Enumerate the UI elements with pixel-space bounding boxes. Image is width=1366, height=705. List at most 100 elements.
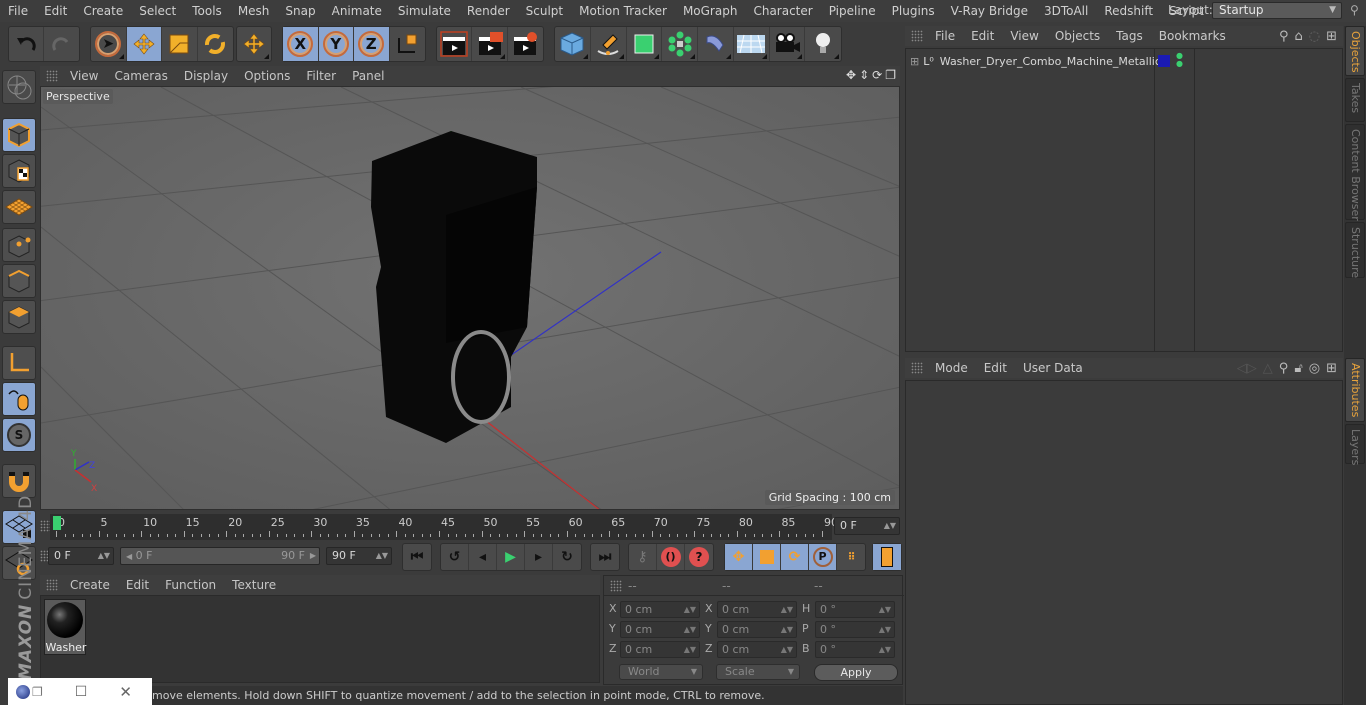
autokeying-button[interactable]: () bbox=[657, 544, 685, 570]
3d-viewport[interactable]: Y Z X Perspective Grid Spacing : 100 cm bbox=[40, 86, 900, 510]
add-generator-button[interactable] bbox=[627, 27, 663, 61]
render-to-picture-viewer-button[interactable] bbox=[472, 27, 508, 61]
apply-button[interactable]: Apply bbox=[814, 664, 898, 681]
current-frame-field[interactable]: 0 F ▲▼ bbox=[834, 517, 900, 535]
tweak-mode-button[interactable] bbox=[2, 382, 36, 416]
add-camera-button[interactable] bbox=[770, 27, 806, 61]
panel-grip-icon[interactable] bbox=[46, 579, 58, 591]
material-menu-edit[interactable]: Edit bbox=[118, 578, 157, 592]
new-panel-icon[interactable]: ⊞ bbox=[1326, 29, 1337, 44]
size-y-field[interactable]: 0 cm ▲▼ bbox=[717, 621, 797, 638]
menu-mograph[interactable]: MoGraph bbox=[675, 4, 746, 18]
frame-range-slider[interactable]: ◀ 0 F 90 F ▶ bbox=[120, 547, 320, 565]
workplane-mode-button[interactable] bbox=[2, 190, 36, 224]
viewport-menu-cameras[interactable]: Cameras bbox=[106, 69, 175, 83]
lock-icon[interactable]: 🔓︎ bbox=[1294, 361, 1302, 376]
redo-button[interactable] bbox=[44, 27, 79, 61]
menu-sculpt[interactable]: Sculpt bbox=[518, 4, 571, 18]
tab-attributes[interactable]: Attributes bbox=[1345, 358, 1365, 422]
render-view-button[interactable] bbox=[437, 27, 473, 61]
texture-mode-button[interactable] bbox=[2, 154, 36, 188]
render-settings-button[interactable] bbox=[508, 27, 543, 61]
key-rotation-button[interactable]: ⟳ bbox=[781, 544, 809, 570]
panel-grip-icon[interactable] bbox=[911, 362, 923, 374]
add-spline-button[interactable] bbox=[591, 27, 627, 61]
object-name[interactable]: Washer_Dryer_Combo_Machine_Metallic bbox=[940, 55, 1161, 68]
material-item[interactable]: Washer bbox=[44, 599, 86, 655]
lock-z-axis-button[interactable]: Z bbox=[354, 27, 390, 61]
end-frame-field[interactable]: 90 F ▲▼ bbox=[326, 547, 392, 565]
objects-menu-edit[interactable]: Edit bbox=[963, 29, 1002, 43]
spinner-icon[interactable]: ▲▼ bbox=[98, 548, 110, 564]
material-menu-create[interactable]: Create bbox=[62, 578, 118, 592]
move-tool-button[interactable] bbox=[126, 27, 162, 61]
next-frame-button[interactable]: ▸ bbox=[525, 544, 553, 570]
menu-3dtoall[interactable]: 3DToAll bbox=[1036, 4, 1096, 18]
objects-menu-view[interactable]: View bbox=[1002, 29, 1046, 43]
lock-y-axis-button[interactable]: Y bbox=[318, 27, 354, 61]
menu-vray-bridge[interactable]: V-Ray Bridge bbox=[943, 4, 1036, 18]
menu-file[interactable]: File bbox=[0, 4, 36, 18]
back-arrow-icon[interactable]: ◁▷ bbox=[1237, 361, 1257, 376]
size-z-field[interactable]: 0 cm ▲▼ bbox=[717, 641, 797, 658]
start-frame-field[interactable]: 0 F ▲▼ bbox=[48, 547, 114, 565]
menu-character[interactable]: Character bbox=[745, 4, 820, 18]
eye-icon[interactable]: ◌ bbox=[1309, 29, 1320, 44]
objects-menu-file[interactable]: File bbox=[927, 29, 963, 43]
viewport-menu-filter[interactable]: Filter bbox=[298, 69, 344, 83]
menu-plugins[interactable]: Plugins bbox=[884, 4, 943, 18]
visibility-dots-icon[interactable]: ● ● bbox=[1176, 52, 1183, 68]
key-pla-button[interactable]: ⠿ bbox=[837, 544, 865, 570]
rot-b-field[interactable]: 0 ° ▲▼ bbox=[815, 641, 895, 658]
menu-select[interactable]: Select bbox=[131, 4, 184, 18]
add-scene-button[interactable] bbox=[734, 27, 770, 61]
go-to-end-button[interactable]: ⏭ bbox=[591, 544, 619, 570]
coordinate-system-button[interactable] bbox=[390, 27, 425, 61]
new-panel-icon[interactable]: ⊞ bbox=[1326, 361, 1337, 376]
viewport-menu-options[interactable]: Options bbox=[236, 69, 298, 83]
timeline-window-button[interactable] bbox=[873, 544, 901, 570]
live-selection-button[interactable]: ➤ bbox=[91, 27, 127, 61]
lock-x-axis-button[interactable]: X bbox=[283, 27, 319, 61]
target-icon[interactable]: ◎ bbox=[1309, 361, 1320, 376]
coordinate-space-dropdown[interactable]: World ▼ bbox=[619, 664, 703, 680]
attributes-menu-user-data[interactable]: User Data bbox=[1015, 361, 1091, 375]
go-to-start-button[interactable]: ⏮ bbox=[403, 544, 431, 570]
model-mode-button[interactable] bbox=[2, 118, 36, 152]
tab-structure[interactable]: Structure bbox=[1345, 222, 1365, 278]
attributes-menu-mode[interactable]: Mode bbox=[927, 361, 976, 375]
menu-edit[interactable]: Edit bbox=[36, 4, 75, 18]
axis-mode-button[interactable] bbox=[2, 346, 36, 380]
tab-content-browser[interactable]: Content Browser bbox=[1345, 124, 1365, 221]
pos-y-field[interactable]: 0 cm ▲▼ bbox=[620, 621, 700, 638]
menu-animate[interactable]: Animate bbox=[324, 4, 390, 18]
previous-frame-button[interactable]: ◂ bbox=[469, 544, 497, 570]
playhead[interactable] bbox=[53, 516, 61, 530]
material-menu-texture[interactable]: Texture bbox=[224, 578, 284, 592]
attributes-menu-edit[interactable]: Edit bbox=[976, 361, 1015, 375]
dolly-view-icon[interactable]: ⇕ bbox=[859, 68, 869, 82]
menu-create[interactable]: Create bbox=[75, 4, 131, 18]
size-x-field[interactable]: 0 cm ▲▼ bbox=[717, 601, 797, 618]
key-parameter-button[interactable]: P bbox=[809, 544, 837, 570]
rot-h-field[interactable]: 0 ° ▲▼ bbox=[815, 601, 895, 618]
pan-view-icon[interactable]: ✥ bbox=[846, 68, 856, 82]
panel-grip-icon[interactable] bbox=[610, 579, 622, 592]
orbit-view-icon[interactable]: ⟳ bbox=[872, 68, 882, 82]
pos-x-field[interactable]: 0 cm ▲▼ bbox=[620, 601, 700, 618]
snap-button[interactable] bbox=[2, 464, 36, 498]
maximize-view-icon[interactable]: ❐ bbox=[885, 68, 896, 82]
menu-redshift[interactable]: Redshift bbox=[1096, 4, 1161, 18]
objects-menu-bookmarks[interactable]: Bookmarks bbox=[1151, 29, 1234, 43]
record-active-objects-button[interactable]: ⚷ bbox=[629, 544, 657, 570]
polygon-mode-button[interactable] bbox=[2, 300, 36, 334]
up-arrow-icon[interactable]: △ bbox=[1263, 361, 1273, 376]
range-left-arrow-icon[interactable]: ◀ bbox=[126, 552, 132, 561]
menu-snap[interactable]: Snap bbox=[277, 4, 323, 18]
play-button[interactable]: ▶ bbox=[497, 544, 525, 570]
rot-p-field[interactable]: 0 ° ▲▼ bbox=[815, 621, 895, 638]
solo-button[interactable]: S bbox=[2, 418, 36, 452]
menu-tools[interactable]: Tools bbox=[184, 4, 230, 18]
objects-menu-tags[interactable]: Tags bbox=[1108, 29, 1151, 43]
menu-motion-tracker[interactable]: Motion Tracker bbox=[571, 4, 675, 18]
